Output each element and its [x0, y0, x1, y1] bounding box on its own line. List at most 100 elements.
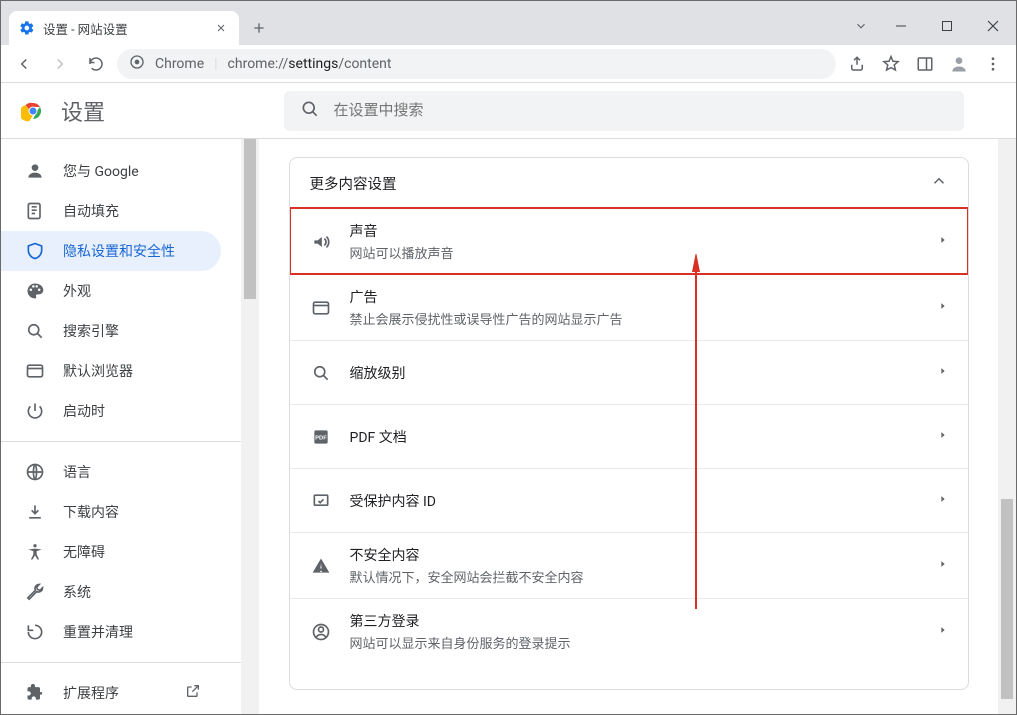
- person-icon: [25, 161, 45, 181]
- zoom-icon: [310, 362, 332, 384]
- row-title: 受保护内容 ID: [350, 491, 920, 511]
- sidebar-item-label: 您与 Google: [63, 161, 139, 181]
- window-maximize-button[interactable]: [924, 11, 970, 41]
- chevron-up-icon: [930, 172, 948, 194]
- forward-button[interactable]: [45, 49, 75, 79]
- browser-menu-button[interactable]: [978, 49, 1008, 79]
- sidebar-item-label: 语言: [63, 462, 91, 482]
- accessibility-icon: [25, 542, 45, 562]
- autofill-icon: [25, 201, 45, 221]
- row-subtitle: 网站可以播放声音: [350, 243, 920, 262]
- chevron-right-icon: [938, 492, 948, 510]
- login-icon: [310, 621, 332, 643]
- chrome-logo-icon: [21, 99, 45, 123]
- settings-sidebar[interactable]: 您与 Google 自动填充 隐私设置和安全性 外观 搜索引擎: [1, 139, 241, 714]
- browser-icon: [25, 361, 45, 381]
- row-pdf[interactable]: PDF PDF 文档: [290, 404, 968, 468]
- sidebar-item-label: 扩展程序: [63, 683, 119, 703]
- window-close-button[interactable]: [970, 11, 1016, 41]
- sidebar-item-system[interactable]: 系统: [1, 572, 221, 612]
- sidebar-item-label: 搜索引擎: [63, 321, 119, 341]
- window-minimize-button[interactable]: [878, 11, 924, 41]
- sidebar-item-label: 隐私设置和安全性: [63, 241, 175, 261]
- sidebar-item-label: 启动时: [63, 401, 105, 421]
- settings-search-input[interactable]: [334, 102, 948, 119]
- row-title: 不安全内容: [350, 545, 920, 565]
- download-icon: [25, 502, 45, 522]
- wrench-icon: [25, 582, 45, 602]
- more-content-settings-card: 更多内容设置 声音 网站可以播放声音: [289, 157, 969, 690]
- row-insecure-content[interactable]: 不安全内容 默认情况下，安全网站会拦截不安全内容: [290, 532, 968, 598]
- row-title: PDF 文档: [350, 427, 920, 447]
- external-link-icon: [185, 683, 201, 703]
- sidebar-item-downloads[interactable]: 下载内容: [1, 492, 221, 532]
- pdf-icon: PDF: [310, 426, 332, 448]
- globe-icon: [25, 462, 45, 482]
- window-titlebar: [1, 1, 1016, 9]
- row-title: 广告: [350, 287, 920, 307]
- back-button[interactable]: [9, 49, 39, 79]
- sidebar-scrollbar-thumb[interactable]: [244, 139, 256, 299]
- tab-strip: 设置 - 网站设置: [1, 9, 1016, 45]
- chevron-right-icon: [938, 233, 948, 251]
- sidebar-item-on-startup[interactable]: 启动时: [1, 391, 221, 431]
- row-subtitle: 网站可以显示来自身份服务的登录提示: [350, 633, 920, 652]
- bookmark-button[interactable]: [876, 49, 906, 79]
- section-header-more-content[interactable]: 更多内容设置: [290, 158, 968, 208]
- main-scrollbar-thumb[interactable]: [1001, 499, 1013, 699]
- sidebar-item-extensions[interactable]: 扩展程序: [1, 673, 221, 713]
- row-subtitle: 默认情况下，安全网站会拦截不安全内容: [350, 567, 920, 586]
- row-title: 声音: [350, 221, 920, 241]
- row-protected-content[interactable]: 受保护内容 ID: [290, 468, 968, 532]
- tab-search-button[interactable]: [844, 19, 878, 33]
- side-panel-button[interactable]: [910, 49, 940, 79]
- share-button[interactable]: [842, 49, 872, 79]
- svg-text:PDF: PDF: [315, 435, 327, 441]
- sidebar-item-languages[interactable]: 语言: [1, 452, 221, 492]
- sidebar-item-reset[interactable]: 重置并清理: [1, 612, 221, 652]
- sound-icon: [310, 231, 332, 253]
- row-title: 缩放级别: [350, 363, 920, 383]
- row-sound[interactable]: 声音 网站可以播放声音: [290, 208, 968, 274]
- url-path2: /content: [338, 56, 391, 72]
- sidebar-item-accessibility[interactable]: 无障碍: [1, 532, 221, 572]
- main-scrollbar[interactable]: [998, 139, 1016, 714]
- url-host: chrome://: [228, 56, 289, 72]
- row-ads[interactable]: 广告 禁止会展示侵扰性或误导性广告的网站显示广告: [290, 274, 968, 340]
- close-tab-icon[interactable]: [213, 20, 229, 36]
- tab-title: 设置 - 网站设置: [43, 19, 128, 38]
- row-subtitle: 禁止会展示侵扰性或误导性广告的网站显示广告: [350, 309, 920, 328]
- sidebar-item-autofill[interactable]: 自动填充: [1, 191, 221, 231]
- address-bar[interactable]: Chrome | chrome://settings/content: [117, 49, 836, 79]
- ad-icon: [310, 297, 332, 319]
- sidebar-item-appearance[interactable]: 外观: [1, 271, 221, 311]
- profile-button[interactable]: [944, 49, 974, 79]
- sidebar-item-you-and-google[interactable]: 您与 Google: [1, 151, 221, 191]
- chevron-right-icon: [938, 557, 948, 575]
- chevron-right-icon: [938, 623, 948, 641]
- settings-search-box[interactable]: [284, 91, 964, 131]
- sidebar-item-search-engine[interactable]: 搜索引擎: [1, 311, 221, 351]
- row-zoom-levels[interactable]: 缩放级别: [290, 340, 968, 404]
- search-icon: [300, 99, 320, 123]
- power-icon: [25, 401, 45, 421]
- sidebar-scrollbar[interactable]: [241, 139, 259, 714]
- sidebar-item-label: 无障碍: [63, 542, 105, 562]
- browser-toolbar: Chrome | chrome://settings/content: [1, 45, 1016, 83]
- sidebar-separator: [1, 662, 241, 663]
- extension-icon: [25, 683, 45, 703]
- reload-button[interactable]: [81, 49, 111, 79]
- origin-label: Chrome: [155, 56, 204, 72]
- palette-icon: [25, 281, 45, 301]
- settings-header: 设置: [1, 83, 1016, 139]
- page-title: 设置: [61, 95, 105, 127]
- sidebar-item-privacy-security[interactable]: 隐私设置和安全性: [1, 231, 221, 271]
- sidebar-item-default-browser[interactable]: 默认浏览器: [1, 351, 221, 391]
- section-title: 更多内容设置: [310, 173, 397, 194]
- browser-tab[interactable]: 设置 - 网站设置: [9, 11, 239, 45]
- url-path1: settings: [288, 56, 338, 72]
- new-tab-button[interactable]: [245, 14, 273, 42]
- main-content[interactable]: 更多内容设置 声音 网站可以播放声音: [259, 139, 998, 714]
- sidebar-item-label: 下载内容: [63, 502, 119, 522]
- row-third-party-signin[interactable]: 第三方登录 网站可以显示来自身份服务的登录提示: [290, 598, 968, 664]
